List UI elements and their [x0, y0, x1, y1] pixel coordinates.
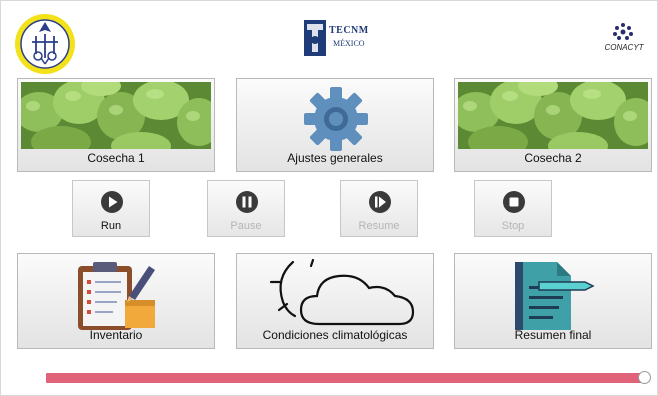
resume-icon	[369, 191, 391, 213]
institute-seal-logo	[14, 12, 76, 76]
pause-button[interactable]: Pause	[207, 180, 285, 237]
clipboard-icon	[78, 262, 155, 330]
resumen-final-label: Resumen final	[514, 328, 592, 342]
resume-label: Resume	[358, 220, 400, 232]
tecnm-logo-subtext: MÉXICO	[333, 39, 365, 48]
resume-button[interactable]: Resume	[340, 180, 418, 237]
ajustes-generales-button[interactable]: Ajustes generales	[236, 78, 434, 172]
stop-icon	[503, 191, 525, 213]
chayote-photo	[458, 82, 648, 149]
conacyt-logo: CONACYT	[600, 22, 648, 54]
conacyt-logo-text: CONACYT	[604, 43, 644, 52]
run-label: Run	[100, 220, 122, 232]
tecnm-logo-text: TECNM	[329, 25, 369, 36]
cosecha-2-label: Cosecha 2	[524, 151, 582, 165]
progress-slider-track[interactable]	[46, 373, 646, 383]
chayote-photo	[21, 82, 211, 149]
ajustes-generales-label: Ajustes generales	[287, 151, 383, 165]
cosecha-2-button[interactable]: Cosecha 2	[454, 78, 652, 172]
gear-icon	[304, 87, 368, 151]
document-icon	[515, 262, 595, 330]
stop-label: Stop	[501, 220, 525, 232]
run-button[interactable]: Run	[72, 180, 150, 237]
play-icon	[101, 191, 123, 213]
pause-icon	[236, 191, 258, 213]
cosecha-1-label: Cosecha 1	[87, 151, 145, 165]
tecnm-logo: TECNM MÉXICO	[304, 20, 370, 56]
inventario-button[interactable]: Inventario	[17, 253, 215, 349]
weather-cloud-icon	[269, 258, 415, 326]
condiciones-climatologicas-label: Condiciones climatológicas	[262, 328, 408, 342]
resumen-final-button[interactable]: Resumen final	[454, 253, 652, 349]
inventario-label: Inventario	[89, 328, 143, 342]
stop-button[interactable]: Stop	[474, 180, 552, 237]
cosecha-1-button[interactable]: Cosecha 1	[17, 78, 215, 172]
pause-label: Pause	[230, 220, 262, 232]
condiciones-climatologicas-button[interactable]: Condiciones climatológicas	[236, 253, 434, 349]
progress-slider-knob[interactable]	[638, 371, 651, 384]
